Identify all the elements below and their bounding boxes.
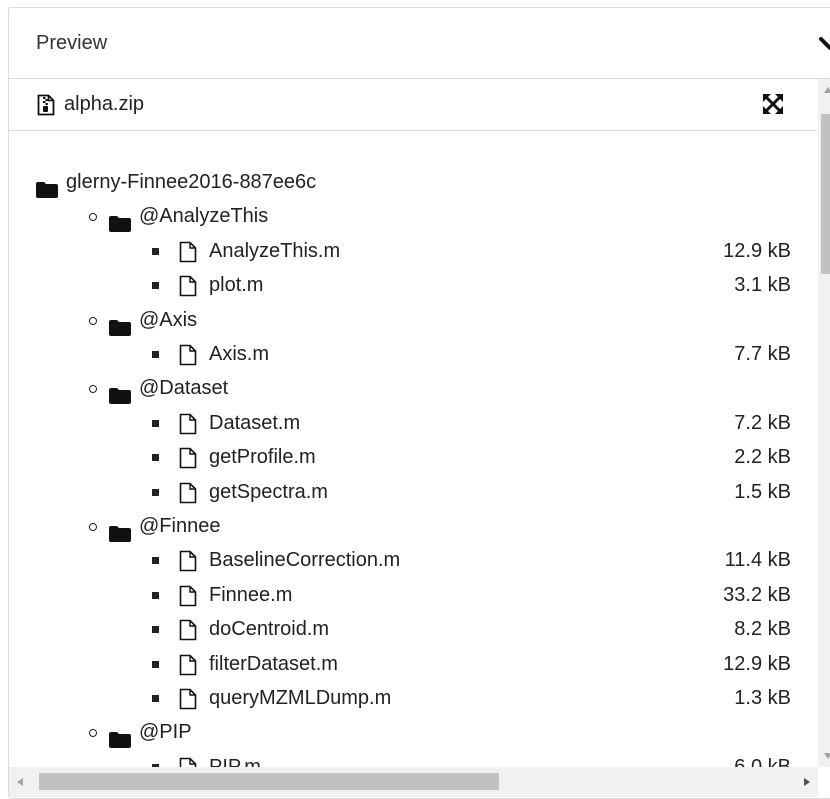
file-name: AnalyzeThis.m xyxy=(209,239,341,262)
file-size: 33.2 kB xyxy=(723,583,791,606)
square-bullet-icon xyxy=(152,351,159,358)
square-bullet-icon xyxy=(152,419,159,427)
folder-name: @Finnee xyxy=(139,515,221,537)
file-size: 3.1 kB xyxy=(734,274,791,297)
square-bullet-icon xyxy=(152,591,159,599)
file-name: PIP.m xyxy=(209,755,261,767)
file-size: 6.0 kB xyxy=(734,755,791,767)
file-name: doCentroid.m xyxy=(209,618,330,641)
file-size: 12.9 kB xyxy=(723,652,791,675)
preview-panel: Preview alpha.zip glerny-Finnee2016-887e… xyxy=(8,7,830,799)
square-bullet-icon xyxy=(152,660,159,668)
horizontal-scroll-thumb[interactable] xyxy=(39,773,499,790)
tree-row[interactable]: plot.m 3.1 kB xyxy=(9,268,818,302)
tree-row[interactable]: doCentroid.m 8.2 kB xyxy=(9,612,818,646)
square-bullet-icon xyxy=(152,488,159,496)
file-name: queryMZMLDump.m xyxy=(209,687,392,709)
square-bullet-icon xyxy=(152,695,159,702)
file-name: BaselineCorrection.m xyxy=(209,549,401,572)
square-bullet-icon xyxy=(152,454,159,462)
root-folder-name: glerny-Finnee2016-887ee6c xyxy=(66,171,317,193)
tree-row[interactable]: AnalyzeThis.m 12.9 kB xyxy=(9,234,818,268)
tree-row[interactable]: Finnee.m 33.2 kB xyxy=(9,578,818,612)
circle-bullet-icon xyxy=(89,213,97,222)
file-header: alpha.zip xyxy=(9,79,818,131)
square-bullet-icon xyxy=(152,626,159,634)
tree-row[interactable]: Axis.m 7.7 kB xyxy=(9,337,818,371)
circle-bullet-icon xyxy=(89,523,97,531)
folder-name: @Dataset xyxy=(139,377,229,400)
circle-bullet-icon xyxy=(89,385,97,394)
file-name: getSpectra.m xyxy=(209,480,328,503)
vertical-scrollbar[interactable] xyxy=(818,79,830,767)
tree-row[interactable]: getSpectra.m 1.5 kB xyxy=(9,475,818,509)
file-name: filterDataset.m xyxy=(209,652,338,675)
tree-row[interactable]: @Finnee xyxy=(9,509,818,543)
file-icon xyxy=(179,756,197,767)
expand-arrows-icon[interactable] xyxy=(763,94,783,119)
zip-file-name: alpha.zip xyxy=(64,93,145,115)
panel-title: Preview xyxy=(36,32,108,54)
folder-name: @Axis xyxy=(139,308,198,331)
file-name: Axis.m xyxy=(209,343,269,365)
tree-row[interactable]: @AnalyzeThis xyxy=(9,199,818,233)
file-tree: glerny-Finnee2016-887ee6c @AnalyzeThis Ana… xyxy=(9,131,818,767)
scroll-up-arrow-icon[interactable] xyxy=(824,87,830,93)
file-size: 1.3 kB xyxy=(734,687,791,709)
square-bullet-icon xyxy=(152,557,159,565)
tree-row[interactable]: glerny-Finnee2016-887ee6c xyxy=(9,165,818,199)
file-size: 12.9 kB xyxy=(723,239,791,262)
square-bullet-icon xyxy=(152,282,159,290)
file-size: 2.2 kB xyxy=(734,446,791,469)
tree-row[interactable]: @Dataset xyxy=(9,371,818,405)
square-bullet-icon xyxy=(152,247,159,255)
panel-header[interactable]: Preview xyxy=(9,8,830,79)
tree-row[interactable]: @Axis xyxy=(9,303,818,337)
file-name: Finnee.m xyxy=(209,583,293,606)
circle-bullet-icon xyxy=(89,316,97,325)
scroll-down-arrow-icon[interactable] xyxy=(824,753,830,759)
tree-row[interactable]: queryMZMLDump.m 1.3 kB xyxy=(9,681,818,715)
file-size: 11.4 kB xyxy=(724,549,791,572)
file-archive-icon xyxy=(37,94,55,121)
tree-row[interactable]: PIP.m 6.0 kB xyxy=(9,750,818,767)
file-size: 1.5 kB xyxy=(734,480,791,503)
tree-row[interactable]: filterDataset.m 12.9 kB xyxy=(9,647,818,681)
folder-name: @PIP xyxy=(139,721,192,744)
file-size: 8.2 kB xyxy=(734,618,791,641)
scroll-right-arrow-icon[interactable] xyxy=(804,778,810,786)
file-size: 7.2 kB xyxy=(734,411,791,434)
circle-bullet-icon xyxy=(89,729,97,738)
file-name: plot.m xyxy=(209,274,264,297)
folder-name: @AnalyzeThis xyxy=(139,205,269,228)
tree-row[interactable]: Dataset.m 7.2 kB xyxy=(9,406,818,440)
file-size: 7.7 kB xyxy=(734,343,791,365)
file-name: Dataset.m xyxy=(209,411,301,434)
tree-row[interactable]: getProfile.m 2.2 kB xyxy=(9,440,818,474)
scroll-left-arrow-icon[interactable] xyxy=(17,778,23,786)
tree-row[interactable]: BaselineCorrection.m 11.4 kB xyxy=(9,543,818,577)
chevron-down-icon[interactable] xyxy=(819,36,830,57)
file-name: getProfile.m xyxy=(209,446,316,469)
horizontal-scrollbar[interactable] xyxy=(9,767,818,797)
vertical-scroll-thumb[interactable] xyxy=(821,114,830,274)
tree-row[interactable]: @PIP xyxy=(9,715,818,749)
